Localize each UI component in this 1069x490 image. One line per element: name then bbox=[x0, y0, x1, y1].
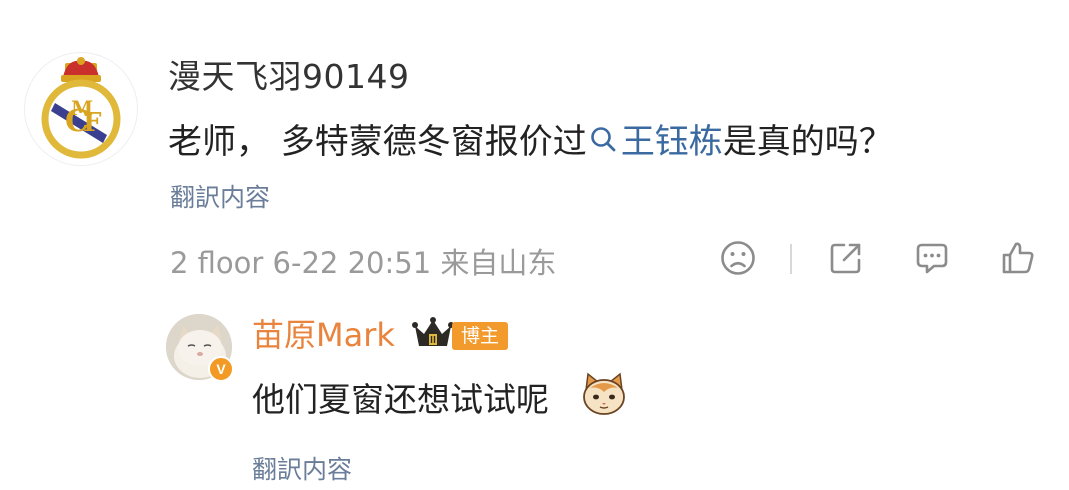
comment-text-after: 是真的吗？ bbox=[722, 122, 893, 162]
comment-meta: 2 floor 6-22 20:51 来自山东 bbox=[170, 246, 557, 280]
comment-button[interactable] bbox=[910, 236, 954, 280]
action-divider bbox=[790, 244, 792, 274]
cat-emoji-icon bbox=[583, 372, 625, 415]
share-button[interactable] bbox=[824, 236, 868, 280]
sad-face-icon bbox=[721, 241, 755, 275]
verified-badge-icon: V bbox=[208, 356, 234, 382]
sad-face-button[interactable] bbox=[716, 236, 760, 280]
like-icon bbox=[1002, 242, 1034, 274]
commenter-avatar[interactable]: C F M bbox=[24, 52, 138, 166]
like-button[interactable] bbox=[996, 236, 1040, 280]
comment-text-before: 老师， 多特蒙德冬窗报价过 bbox=[168, 122, 587, 162]
svg-text:M: M bbox=[71, 96, 93, 120]
reply-text: 他们夏窗还想试试呢 bbox=[252, 380, 549, 419]
blogger-badge: 博主 bbox=[452, 322, 509, 350]
crown-level-icon bbox=[412, 317, 454, 346]
translate-button[interactable]: 翻訳内容 bbox=[170, 178, 270, 214]
reply-username[interactable]: 苗原Mark bbox=[252, 310, 395, 356]
comment-text: 老师， 多特蒙德冬窗报价过 王钰栋 是真的吗？ bbox=[168, 114, 893, 163]
search-icon bbox=[591, 126, 616, 151]
topic-link-label: 王钰栋 bbox=[620, 122, 723, 162]
comment-icon bbox=[916, 243, 948, 274]
club-crest-icon: C F M bbox=[41, 57, 121, 159]
commenter-username[interactable]: 漫天飞羽90149 bbox=[168, 50, 409, 98]
share-icon bbox=[830, 243, 861, 274]
topic-link[interactable]: 王钰栋 bbox=[587, 114, 723, 163]
reply-translate-button[interactable]: 翻訳内容 bbox=[252, 450, 352, 486]
